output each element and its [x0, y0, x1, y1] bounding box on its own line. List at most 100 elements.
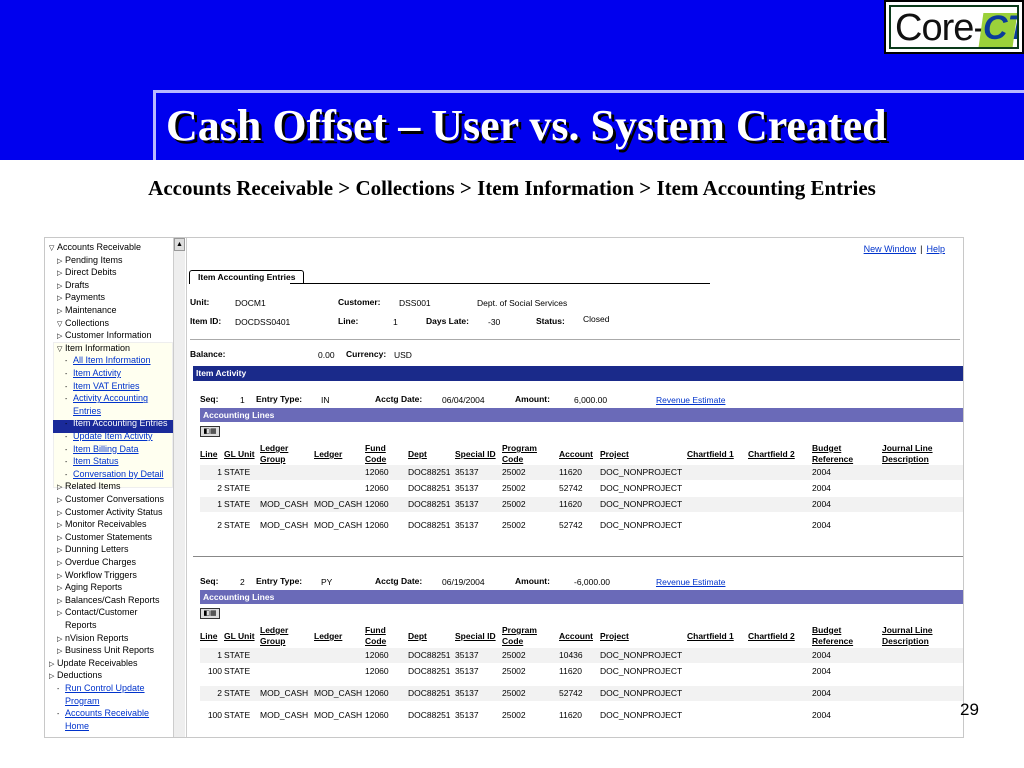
unit-value: DOCM1	[235, 298, 266, 308]
table-cell: 1	[217, 467, 222, 477]
table-cell: DOC_NONPROJECT	[600, 666, 683, 676]
new-window-link[interactable]: New Window	[864, 244, 917, 254]
help-link[interactable]: Help	[926, 244, 945, 254]
tab-item-accounting-entries[interactable]: Item Accounting Entries	[189, 270, 305, 284]
balance-label: Balance:	[190, 349, 226, 359]
table-cell: 2004	[812, 666, 831, 676]
column-header[interactable]: Code	[502, 454, 523, 464]
table-cell: 12060	[365, 650, 389, 660]
table-cell: 12060	[365, 688, 389, 698]
column-header[interactable]: Fund	[365, 443, 386, 453]
column-header[interactable]: Group	[260, 454, 286, 464]
nav-item-label: Entries	[73, 405, 102, 416]
item-id-value: DOCDSS0401	[235, 317, 291, 327]
column-header[interactable]: Code	[365, 636, 386, 646]
column-header[interactable]: Ledger	[260, 443, 288, 453]
column-header[interactable]: Special ID	[455, 631, 496, 641]
days-late-label: Days Late:	[426, 316, 469, 326]
column-header[interactable]: Budget	[812, 625, 841, 635]
column-header[interactable]: Ledger	[314, 631, 342, 641]
slide-title: Cash Offset – User vs. System Created	[166, 101, 887, 150]
nav-item-label: Conversation by Detail	[73, 468, 164, 479]
customer-name: Dept. of Social Services	[477, 298, 568, 308]
nav-item-label: Update Receivables	[57, 657, 138, 668]
nav-item-label: Business Unit Reports	[65, 645, 155, 656]
screenshot: ▽ Accounts Receivable ▷ Pending Items ▷ Direc…	[44, 237, 964, 738]
table-cell: 25002	[502, 710, 526, 720]
revenue-estimate-link[interactable]: Revenue Estimate	[656, 577, 725, 587]
breadcrumb: Accounts Receivable > Collections > Item…	[148, 176, 876, 200]
table-cell: 2004	[812, 688, 831, 698]
column-header[interactable]: Budget	[812, 443, 841, 453]
column-header[interactable]: Journal Line	[882, 625, 933, 635]
nav-item-label: Program	[65, 695, 100, 706]
column-header[interactable]: GL Unit	[224, 631, 255, 641]
column-header[interactable]: Chartfield 2	[748, 449, 795, 459]
table-cell: DOC88251	[408, 520, 451, 530]
nav-item-label: Reports	[65, 620, 97, 630]
column-header[interactable]: Description	[882, 454, 929, 464]
column-header[interactable]: Fund	[365, 625, 386, 635]
column-header[interactable]: Reference	[812, 636, 853, 646]
column-header[interactable]: Line	[200, 449, 217, 459]
column-header[interactable]: Project	[600, 449, 629, 459]
table-cell: 25002	[502, 499, 526, 509]
acctg-date-label: Acctg Date:	[375, 576, 423, 586]
column-header[interactable]: Dept	[408, 449, 427, 459]
table-cell: DOC_NONPROJECT	[600, 688, 683, 698]
column-header[interactable]: Code	[502, 636, 523, 646]
nav-item[interactable]: Home	[57, 720, 89, 732]
nav-item-label: Item VAT Entries	[73, 380, 140, 391]
column-header[interactable]: Chartfield 1	[687, 631, 734, 641]
column-header[interactable]: Dept	[408, 631, 427, 641]
column-header[interactable]: Ledger	[314, 449, 342, 459]
table-cell: 12060	[365, 499, 389, 509]
entry-type-label: Entry Type:	[256, 394, 303, 404]
nav-item[interactable]: Program	[57, 695, 100, 707]
column-header[interactable]: Description	[882, 636, 929, 646]
column-header[interactable]: GL Unit	[224, 449, 255, 459]
scroll-up-icon[interactable]: ▲	[174, 238, 185, 251]
grid-view-icon[interactable]: ◧▦	[200, 608, 220, 619]
nav-item-label: Drafts	[65, 279, 90, 290]
table-cell: 12060	[365, 520, 389, 530]
column-header[interactable]: Journal Line	[882, 443, 933, 453]
nav-item-label: Related Items	[65, 481, 121, 492]
column-header[interactable]: Special ID	[455, 449, 496, 459]
column-header[interactable]: Group	[260, 636, 286, 646]
grid-view-icon[interactable]: ◧▦	[200, 426, 220, 437]
nav-item-label: Accounts Receivable	[57, 242, 142, 252]
column-header[interactable]: Line	[200, 631, 217, 641]
table-cell: 35137	[455, 688, 479, 698]
table-cell: 11620	[559, 499, 583, 509]
column-header[interactable]: Account	[559, 449, 593, 459]
table-cell: 12060	[365, 710, 389, 720]
column-header[interactable]: Program	[502, 443, 537, 453]
column-header[interactable]: Chartfield 2	[748, 631, 795, 641]
table-cell: 2004	[812, 710, 831, 720]
nav-item-label: Item Accounting Entries	[73, 418, 168, 429]
table-cell: 100	[207, 710, 222, 720]
table-cell: STATE	[224, 666, 251, 676]
column-header[interactable]: Chartfield 1	[687, 449, 734, 459]
revenue-estimate-link[interactable]: Revenue Estimate	[656, 395, 725, 405]
table-cell: DOC88251	[408, 688, 451, 698]
column-header[interactable]: Program	[502, 625, 537, 635]
table-cell: DOC_NONPROJECT	[600, 499, 683, 509]
divider	[186, 238, 187, 737]
column-header[interactable]: Reference	[812, 454, 853, 464]
column-header[interactable]: Account	[559, 631, 593, 641]
seq-label: Seq:	[200, 576, 219, 586]
nav-item-label: Maintenance	[65, 305, 117, 315]
nav-item-label: Balances/Cash Reports	[65, 594, 160, 605]
table-cell: 2004	[812, 499, 831, 509]
table-cell: DOC88251	[408, 666, 451, 676]
nav-item[interactable]: Entries	[65, 405, 101, 417]
table-cell: MOD_CASH	[314, 710, 363, 720]
unit-label: Unit:	[190, 297, 210, 307]
column-header[interactable]: Ledger	[260, 625, 288, 635]
nav-item[interactable]: Reports	[57, 619, 97, 631]
nav-scrollbar[interactable]: ▲	[173, 238, 185, 737]
column-header[interactable]: Project	[600, 631, 629, 641]
column-header[interactable]: Code	[365, 454, 386, 464]
